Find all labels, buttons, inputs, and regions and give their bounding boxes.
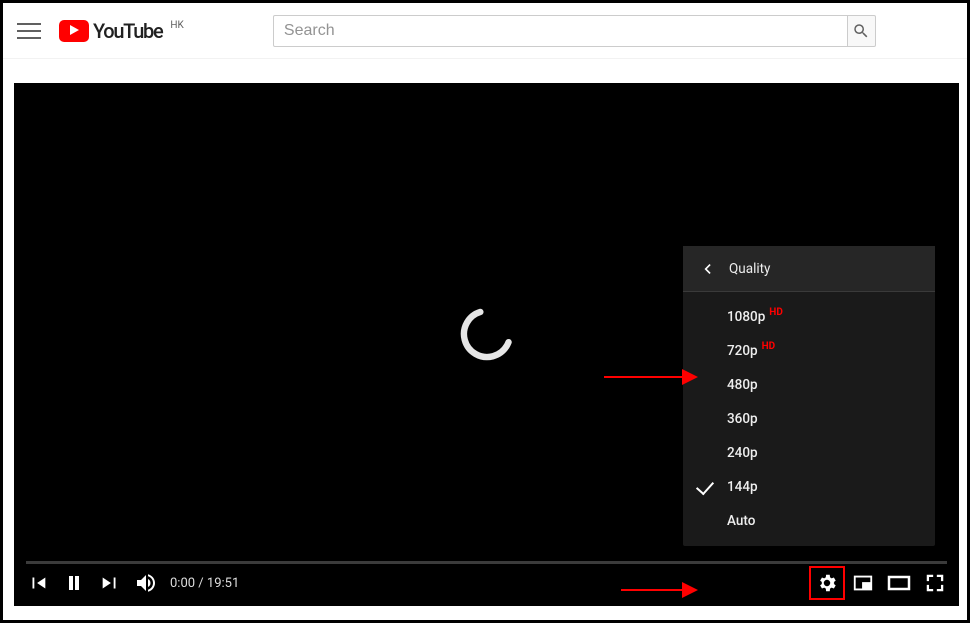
miniplayer-button[interactable]	[845, 565, 881, 601]
video-player[interactable]: Quality 1080p HD 720p HD 480p 360p 240p 144p Aut…	[14, 83, 959, 606]
quality-option[interactable]: 240p	[683, 436, 935, 470]
pause-button[interactable]	[56, 565, 92, 601]
next-button[interactable]	[92, 565, 128, 601]
brand-text: YouTube	[93, 19, 162, 43]
duration: 19:51	[207, 576, 239, 591]
quality-option[interactable]: 1080p HD	[683, 300, 935, 334]
quality-label: 144p	[727, 479, 758, 495]
quality-label: 240p	[727, 445, 758, 461]
hd-badge: HD	[769, 307, 783, 318]
volume-button[interactable]	[128, 565, 164, 601]
current-time: 0:00	[170, 576, 195, 591]
chevron-left-icon	[697, 259, 717, 279]
region-code: HK	[170, 20, 183, 31]
previous-button[interactable]	[20, 565, 56, 601]
loading-spinner-icon	[455, 302, 519, 366]
search-input[interactable]	[273, 15, 848, 47]
gear-icon	[816, 572, 838, 594]
quality-menu: Quality 1080p HD 720p HD 480p 360p 240p 144p Aut…	[683, 246, 935, 546]
theater-button[interactable]	[881, 565, 917, 601]
quality-option[interactable]: 480p	[683, 368, 935, 402]
youtube-logo[interactable]: YouTube HK	[59, 19, 184, 43]
fullscreen-button[interactable]	[917, 565, 953, 601]
time-display: 0:00 / 19:51	[170, 576, 239, 591]
header: YouTube HK	[3, 3, 967, 59]
quality-label: Auto	[727, 513, 755, 529]
quality-label: 480p	[727, 377, 758, 393]
quality-menu-items: 1080p HD 720p HD 480p 360p 240p 144p Auto	[683, 292, 935, 546]
quality-option[interactable]: Auto	[683, 504, 935, 538]
quality-label: 360p	[727, 411, 758, 427]
search-icon	[852, 22, 870, 40]
hamburger-menu-icon[interactable]	[17, 19, 41, 43]
quality-label: 1080p	[727, 309, 765, 325]
settings-button[interactable]	[812, 568, 842, 598]
annotation-arrow-icon	[604, 376, 696, 378]
quality-label: 720p	[727, 343, 758, 359]
quality-option[interactable]: 720p HD	[683, 334, 935, 368]
quality-menu-title: Quality	[729, 261, 770, 277]
quality-menu-back[interactable]: Quality	[683, 246, 935, 292]
player-controls: 0:00 / 19:51	[20, 564, 953, 602]
search-button[interactable]	[848, 15, 876, 47]
quality-option[interactable]: 144p	[683, 470, 935, 504]
hd-badge: HD	[762, 341, 776, 352]
quality-option[interactable]: 360p	[683, 402, 935, 436]
youtube-play-icon	[59, 20, 89, 42]
settings-highlight	[809, 566, 845, 600]
